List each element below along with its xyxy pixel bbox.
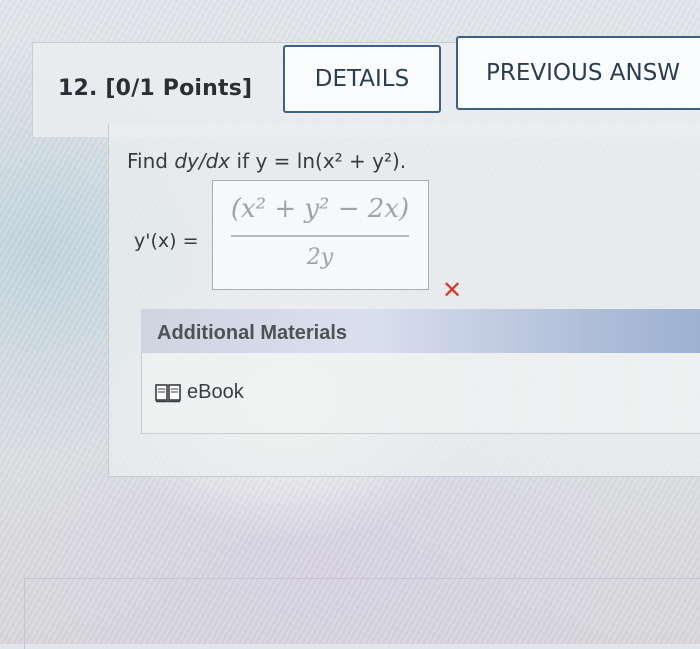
- prompt-equation: y = ln(x² + y²).: [255, 149, 407, 173]
- additional-materials-header: Additional Materials: [157, 322, 348, 344]
- answer-denominator: 2y: [306, 245, 334, 270]
- prompt-find: Find: [127, 149, 168, 173]
- prompt-derivative: dy/dx: [174, 149, 231, 173]
- question-prompt: Find dy/dx if y = ln(x² + y²).: [127, 149, 406, 173]
- answer-fraction: (x² + y² − 2x) 2y: [221, 189, 419, 270]
- ebook-link[interactable]: eBook: [155, 381, 244, 404]
- fraction-bar: [231, 235, 409, 237]
- incorrect-icon: ✕: [442, 276, 463, 304]
- answer-label: y'(x) =: [134, 230, 199, 252]
- next-question-panel: [24, 578, 700, 649]
- question-number: 12. [0/1 Points]: [58, 76, 253, 101]
- book-icon: [155, 383, 181, 402]
- answer-input[interactable]: (x² + y² − 2x) 2y: [212, 180, 429, 290]
- answer-numerator: (x² + y² − 2x): [230, 194, 410, 224]
- previous-answers-button[interactable]: PREVIOUS ANSW: [456, 36, 700, 110]
- ebook-label: eBook: [187, 381, 244, 403]
- prompt-if: if: [236, 149, 250, 173]
- details-button[interactable]: DETAILS: [283, 45, 441, 113]
